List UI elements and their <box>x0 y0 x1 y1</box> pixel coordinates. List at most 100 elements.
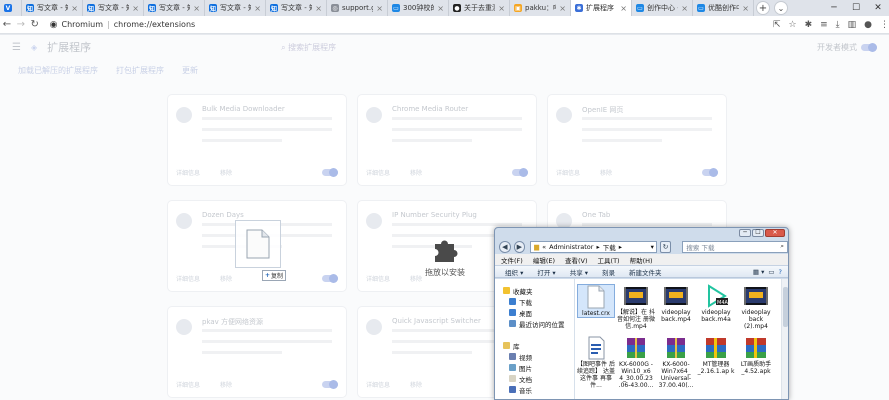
tab-close-icon[interactable]: × <box>132 4 139 13</box>
file-item[interactable]: MT管理器 _2.16.1.ap k <box>697 336 735 375</box>
close-window-icon[interactable]: ✕ <box>867 0 889 16</box>
nav-item[interactable]: 收藏夹 <box>495 285 574 296</box>
nav-item[interactable]: 库 <box>495 340 574 351</box>
nav-item[interactable]: 最近访问的位置 <box>495 318 574 329</box>
file-item[interactable]: videoplay back (2).mp4 <box>737 284 775 330</box>
extensions-icon[interactable]: ✱ <box>805 20 813 30</box>
details-button[interactable]: 详细信息 <box>366 274 390 283</box>
browser-menu-tab[interactable]: V <box>0 0 22 16</box>
file-item[interactable]: KX-6000G -Win10_x6 4_30.00.23 .06-43.00.… <box>617 336 655 389</box>
browser-tab[interactable]: ▭优酷创作中心× <box>693 0 754 16</box>
remove-button[interactable]: 移除 <box>220 168 232 177</box>
tab-close-icon[interactable]: × <box>193 4 200 13</box>
dev-mode-toggle[interactable] <box>861 42 877 52</box>
browser-tab[interactable]: ▭创作中心 - 知× <box>632 0 693 16</box>
browser-tab[interactable]: 知写文章 - 知乎× <box>266 0 327 16</box>
file-item[interactable]: 【解说】在 抖音如何注 册微信.mp4 <box>617 284 655 330</box>
extension-enable-toggle[interactable] <box>322 274 338 283</box>
explorer-command-button[interactable]: 打开 ▾ <box>537 267 555 277</box>
details-button[interactable]: 详细信息 <box>556 168 580 177</box>
explorer-command-button[interactable]: 组织 ▾ <box>505 267 523 277</box>
pack-extension-button[interactable]: 打包扩展程序 <box>116 65 164 76</box>
browser-tab[interactable]: ▣pakku：哔哩× <box>510 0 571 16</box>
remove-button[interactable]: 移除 <box>220 274 232 283</box>
remove-button[interactable]: 移除 <box>600 168 612 177</box>
profile-icon[interactable]: ● <box>864 20 872 30</box>
explorer-path-bar[interactable]: ▆ « Administrator ▸ 下载 ▸ ▾ <box>530 240 657 253</box>
tab-close-icon[interactable]: × <box>681 4 688 13</box>
path-dropdown-icon[interactable]: ▾ <box>651 243 656 251</box>
explorer-menu-item[interactable]: 查看(V) <box>565 255 588 265</box>
explorer-scrollbar[interactable] <box>781 279 788 399</box>
file-item[interactable]: KX-6000- Win7x64_ Universal- 37.00.40(..… <box>657 336 695 389</box>
explorer-minimize-icon[interactable]: ─ <box>739 229 751 237</box>
nav-item[interactable]: 下载 <box>495 296 574 307</box>
explorer-command-button[interactable]: 共享 ▾ <box>570 267 588 277</box>
file-item[interactable]: videoplay back.mp4 <box>657 284 695 323</box>
tab-close-icon[interactable]: × <box>742 4 749 13</box>
tab-close-icon[interactable]: × <box>254 4 261 13</box>
nav-item[interactable]: 文档 <box>495 373 574 384</box>
minimize-icon[interactable]: ─ <box>823 0 845 16</box>
file-item[interactable]: M4A videoplay back.m4a <box>697 284 735 323</box>
details-button[interactable]: 详细信息 <box>176 168 200 177</box>
browser-tab[interactable]: 知写文章 - 知乎× <box>22 0 83 16</box>
help-icon[interactable]: ? <box>779 268 782 276</box>
nav-item[interactable]: 音乐 <box>495 384 574 395</box>
remove-button[interactable]: 移除 <box>410 168 422 177</box>
explorer-menu-item[interactable]: 工具(T) <box>598 255 620 265</box>
maximize-icon[interactable]: ☐ <box>845 0 867 16</box>
extension-enable-toggle[interactable] <box>512 168 528 177</box>
menu-icon[interactable]: ⋮ <box>880 20 889 30</box>
update-button[interactable]: 更新 <box>182 65 198 76</box>
explorer-menu-item[interactable]: 帮助(H) <box>630 255 653 265</box>
tab-close-icon[interactable]: × <box>559 4 566 13</box>
path-segment-2[interactable]: 下载 <box>603 242 616 252</box>
new-tab-button[interactable]: + <box>756 1 770 15</box>
share-icon[interactable]: ⇱ <box>773 20 781 30</box>
nav-item[interactable]: 图片 <box>495 362 574 373</box>
tab-close-icon[interactable]: × <box>498 4 505 13</box>
view-options-icon[interactable]: ▦ ▾ <box>753 268 764 276</box>
browser-tab[interactable]: 知写文章 - 知乎× <box>144 0 205 16</box>
details-button[interactable]: 详细信息 <box>176 380 200 389</box>
extensions-search[interactable]: ⌕ 搜索扩展程序 <box>281 42 336 53</box>
tab-close-icon[interactable]: × <box>620 4 627 13</box>
address-bar[interactable]: ◉ Chromium | chrome://extensions <box>50 18 763 32</box>
details-button[interactable]: 详细信息 <box>176 274 200 283</box>
tab-close-icon[interactable]: × <box>376 4 383 13</box>
drop-to-install-zone[interactable]: 拖放以安装 <box>420 235 470 278</box>
browser-tab[interactable]: ▭300钟校的面× <box>388 0 449 16</box>
file-item[interactable]: LT画质助手 _4.52.apk <box>737 336 775 375</box>
sidepanel-icon[interactable]: ▥ <box>848 20 857 30</box>
browser-tab[interactable]: 知写文章 - 知乎× <box>205 0 266 16</box>
path-segment-1[interactable]: Administrator <box>549 243 593 251</box>
explorer-close-icon[interactable]: ✕ <box>765 229 785 237</box>
browser-tab[interactable]: 知写文章 - 知乎× <box>83 0 144 16</box>
back-icon[interactable]: ← <box>0 19 14 30</box>
load-unpacked-button[interactable]: 加载已解压的扩展程序 <box>18 65 98 76</box>
browser-tab[interactable]: ✱ 扩展程序 × <box>571 0 632 16</box>
remove-button[interactable]: 移除 <box>410 380 422 389</box>
playlist-icon[interactable]: ≡ <box>820 20 828 30</box>
nav-item[interactable]: 桌面 <box>495 307 574 318</box>
nav-item[interactable]: 视频 <box>495 351 574 362</box>
hamburger-icon[interactable]: ☰ <box>12 42 21 53</box>
explorer-forward-icon[interactable]: ▶ <box>513 240 526 253</box>
explorer-command-button[interactable]: 新建文件夹 <box>629 267 662 277</box>
details-button[interactable]: 详细信息 <box>366 380 390 389</box>
reload-icon[interactable]: ↻ <box>28 19 42 30</box>
site-info-icon[interactable]: ◉ <box>50 20 58 30</box>
browser-tab[interactable]: ●关于去重测试× <box>449 0 510 16</box>
extension-enable-toggle[interactable] <box>322 168 338 177</box>
tab-close-icon[interactable]: × <box>315 4 322 13</box>
tab-close-icon[interactable]: × <box>71 4 78 13</box>
file-item[interactable]: 【图吧事件 后续追踪】 达盖这件事 再事件... <box>577 336 615 389</box>
bookmark-star-icon[interactable]: ☆ <box>788 20 796 30</box>
preview-pane-icon[interactable]: ▭ <box>768 268 774 276</box>
tab-search-button[interactable]: ⌄ <box>774 1 788 15</box>
forward-icon[interactable]: → <box>14 19 28 30</box>
scrollbar-thumb[interactable] <box>783 287 788 327</box>
explorer-refresh-icon[interactable]: ↻ <box>659 240 672 253</box>
file-item[interactable]: latest.crx <box>577 284 615 318</box>
